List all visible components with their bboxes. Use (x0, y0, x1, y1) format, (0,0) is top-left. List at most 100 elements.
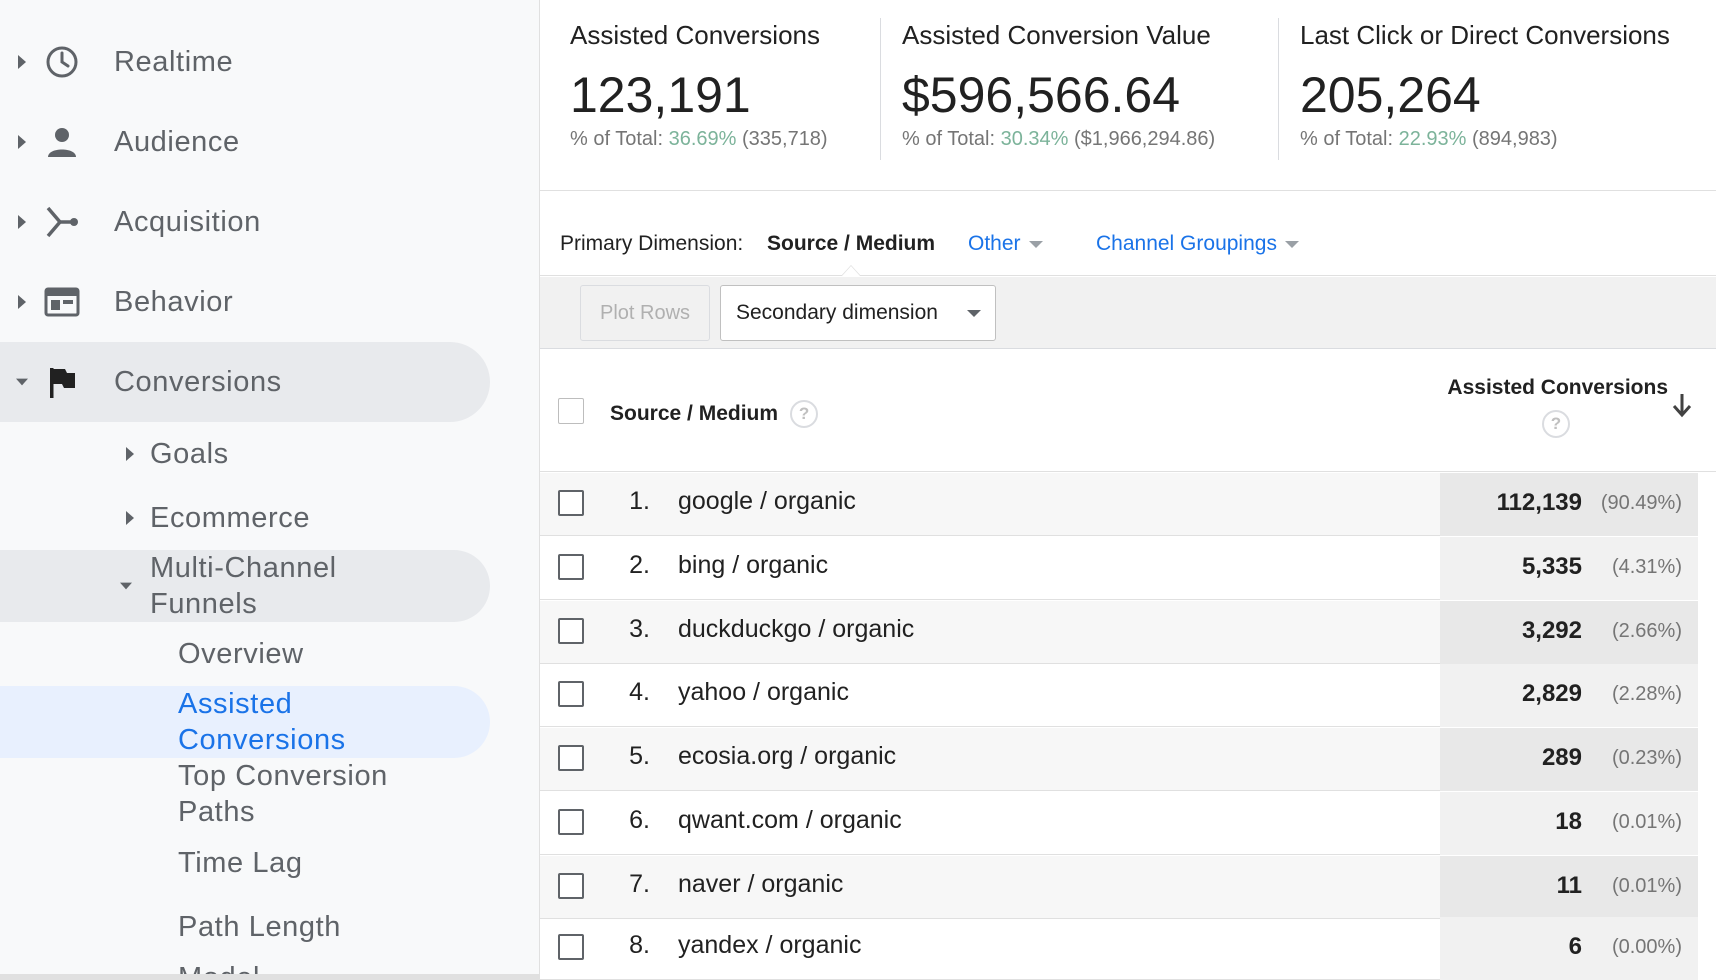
row-checkbox[interactable] (558, 809, 584, 835)
row-source-medium[interactable]: yandex / organic (678, 931, 861, 960)
dimension-channel-groupings-label: Channel Groupings (1096, 232, 1277, 255)
caret-right-icon (16, 52, 28, 72)
chevron-down-icon (1028, 240, 1043, 248)
column-header-assisted-conversions[interactable]: Assisted Conversions (1420, 376, 1668, 400)
table-header: Source / Medium ? Assisted Conversions ? (540, 350, 1716, 472)
divider (540, 190, 1716, 191)
sidebar-item-multi-channel-funnels[interactable]: Multi-Channel Funnels (0, 550, 490, 622)
sidebar-item-label: Realtime (114, 45, 234, 78)
caret-right-icon (16, 212, 28, 232)
sidebar-item-conversions[interactable]: Conversions (0, 342, 490, 422)
sidebar-item-assisted-conversions[interactable]: Assisted Conversions (0, 686, 490, 758)
report-main: Assisted Conversions 123,191 % of Total:… (540, 0, 1716, 980)
row-checkbox[interactable] (558, 873, 584, 899)
sidebar-item-time-lag[interactable]: Time Lag (0, 845, 490, 881)
row-percent: (0.01%) (1611, 811, 1682, 833)
row-index: 1. (629, 487, 650, 515)
table-row: 4. yahoo / organic 2,829 (2.28%) (540, 664, 1716, 727)
row-percent: (0.01%) (1611, 875, 1682, 897)
dimension-source-medium[interactable]: Source / Medium (767, 232, 935, 256)
sidebar-item-label: Overview (178, 638, 304, 670)
sidebar-item-label: Assisted Conversions (178, 688, 346, 756)
row-index: 6. (629, 806, 650, 834)
row-index: 8. (629, 931, 650, 959)
row-source-medium[interactable]: duckduckgo / organic (678, 615, 914, 644)
metric-title: Assisted Conversion Value (902, 20, 1211, 50)
sidebar-item-label: Goals (150, 438, 229, 470)
sidebar-item-acquisition[interactable]: Acquisition (0, 182, 539, 262)
metric-sub-prefix: % of Total: (570, 128, 669, 150)
column-header-source-medium[interactable]: Source / Medium ? (610, 400, 819, 428)
row-percent: (0.23%) (1611, 747, 1682, 769)
sidebar-item-path-length[interactable]: Path Length (0, 909, 490, 945)
secondary-dimension-label: Secondary dimension (736, 301, 938, 324)
metric-sub-prefix: % of Total: (902, 128, 1001, 150)
plot-rows-button[interactable]: Plot Rows (580, 285, 710, 341)
value-cell: 112,139 (90.49%) (1440, 473, 1698, 536)
table-row: 3. duckduckgo / organic 3,292 (2.66%) (540, 601, 1716, 664)
value-cell: 2,829 (2.28%) (1440, 664, 1698, 727)
sidebar-item-realtime[interactable]: Realtime (0, 22, 539, 102)
horizontal-scrollbar[interactable] (0, 974, 539, 980)
chevron-down-icon (1284, 240, 1299, 248)
row-index: 4. (629, 678, 650, 706)
sidebar-item-label: Multi-Channel Funnels (150, 552, 337, 620)
sidebar-item-overview[interactable]: Overview (0, 636, 490, 672)
metric-sub-pct: 30.34% (1000, 128, 1069, 150)
caret-right-icon (16, 292, 28, 312)
row-value: 2,829 (1521, 680, 1582, 707)
row-value: 3,292 (1521, 617, 1582, 644)
dimension-channel-groupings-dropdown[interactable]: Channel Groupings (1096, 232, 1299, 256)
sidebar-item-behavior[interactable]: Behavior (0, 262, 539, 342)
select-all-checkbox[interactable] (558, 398, 584, 424)
dimension-other-dropdown[interactable]: Other (968, 232, 1043, 256)
row-index: 7. (629, 870, 650, 898)
row-source-medium[interactable]: ecosia.org / organic (678, 742, 896, 771)
metric-subtitle: % of Total: 30.34% ($1,966,294.86) (902, 128, 1215, 151)
caret-down-icon (120, 576, 132, 596)
metric-subtitle: % of Total: 36.69% (335,718) (570, 128, 828, 151)
dimension-other-label: Other (968, 232, 1021, 255)
row-checkbox[interactable] (558, 934, 584, 960)
sidebar-item-label: Audience (114, 125, 240, 158)
caret-down-icon (16, 372, 28, 392)
row-edge (1698, 601, 1716, 664)
chevron-down-icon (967, 310, 981, 317)
metric-sub-total: ($1,966,294.86) (1068, 128, 1216, 150)
value-cell: 6 (0.00%) (1440, 917, 1698, 980)
table-row: 8. yandex / organic 6 (0.00%) (540, 917, 1716, 980)
row-checkbox[interactable] (558, 618, 584, 644)
row-source-medium[interactable]: bing / organic (678, 551, 828, 580)
sidebar-item-top-conversion-paths[interactable]: Top Conversion Paths (0, 758, 490, 830)
row-checkbox[interactable] (558, 745, 584, 771)
row-source-medium[interactable]: naver / organic (678, 870, 843, 899)
sidebar-item-goals[interactable]: Goals (0, 436, 490, 472)
row-checkbox[interactable] (558, 681, 584, 707)
row-checkbox[interactable] (558, 490, 584, 516)
sidebar-item-ecommerce[interactable]: Ecommerce (0, 500, 490, 536)
row-edge (1698, 856, 1716, 919)
help-icon[interactable]: ? (790, 400, 819, 428)
sidebar-item-label: Ecommerce (150, 502, 311, 534)
metric-value: $596,566.64 (902, 67, 1181, 123)
table-row: 1. google / organic 112,139 (90.49%) (540, 473, 1716, 536)
row-percent: (90.49%) (1600, 492, 1682, 514)
sort-descending-icon[interactable] (1672, 392, 1692, 423)
row-value: 289 (1541, 744, 1582, 771)
row-value: 6 (1568, 933, 1582, 960)
row-source-medium[interactable]: yahoo / organic (678, 678, 849, 707)
metric-divider (1278, 18, 1279, 160)
row-checkbox[interactable] (558, 554, 584, 580)
table-row: 7. naver / organic 11 (0.01%) (540, 856, 1716, 919)
row-edge (1698, 792, 1716, 855)
metric-sub-pct: 22.93% (1398, 128, 1467, 150)
row-source-medium[interactable]: qwant.com / organic (678, 806, 902, 835)
row-edge (1698, 664, 1716, 727)
help-icon[interactable]: ? (1542, 410, 1570, 438)
sidebar-item-audience[interactable]: Audience (0, 102, 539, 182)
secondary-dimension-dropdown[interactable]: Secondary dimension (720, 285, 996, 341)
row-source-medium[interactable]: google / organic (678, 487, 856, 516)
clock-icon (42, 42, 82, 82)
active-pointer (842, 266, 860, 276)
row-edge (1698, 728, 1716, 791)
